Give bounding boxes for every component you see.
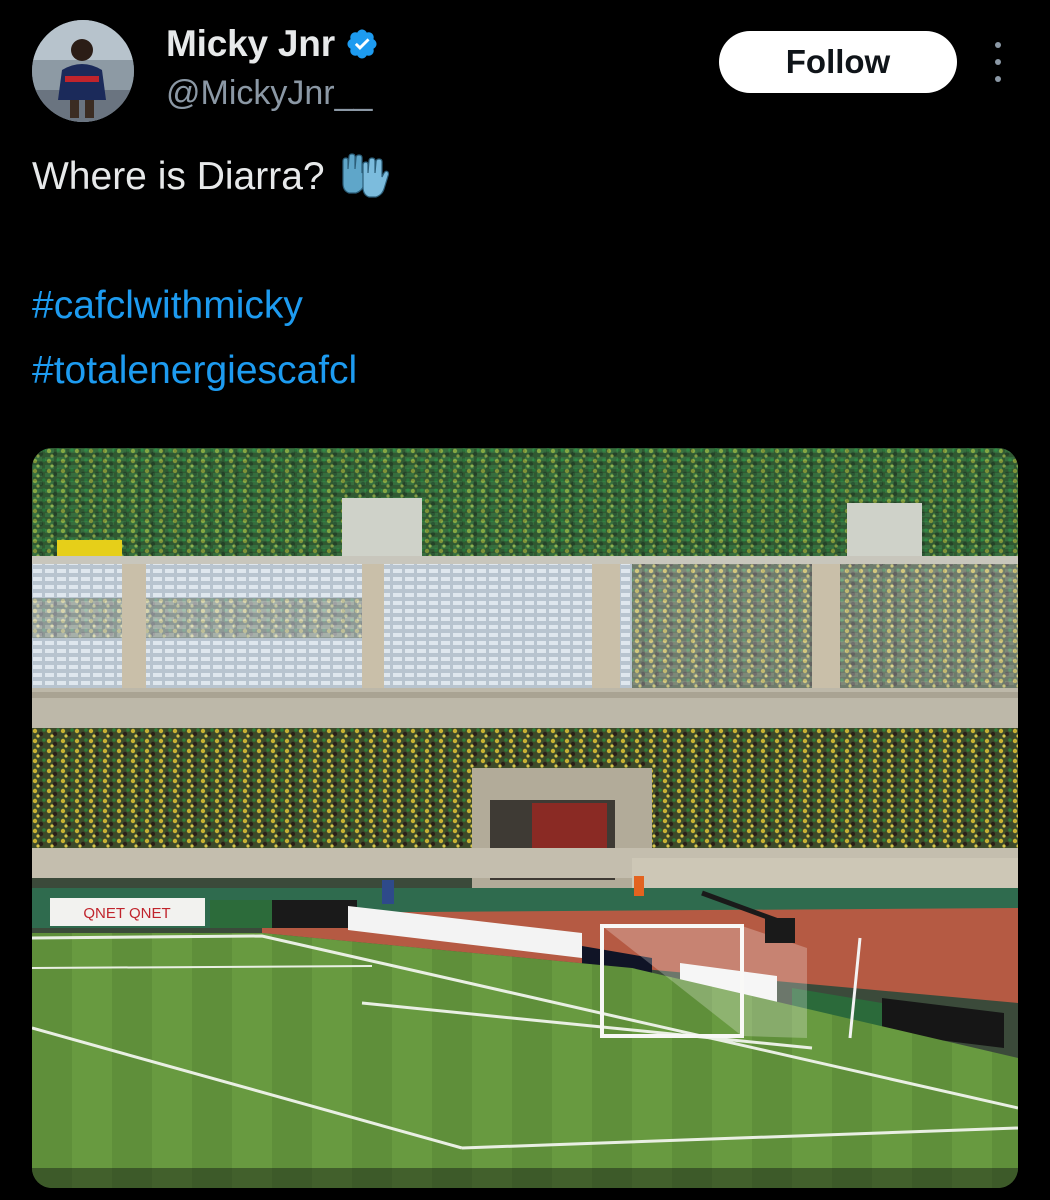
tweet-text: Where is Diarra?	[32, 153, 393, 201]
more-options-icon[interactable]	[986, 42, 1010, 82]
profile-photo	[32, 20, 134, 122]
more-dot	[995, 76, 1001, 82]
more-dot	[995, 42, 1001, 48]
svg-text:QNET QNET: QNET QNET	[83, 905, 170, 922]
gloves-emoji-icon	[341, 153, 389, 198]
tweet-photo[interactable]: QNET QNET	[32, 448, 1018, 1188]
more-dot	[995, 59, 1001, 65]
stadium-photo: QNET QNET	[32, 448, 1018, 1188]
author-handle[interactable]: @MickyJnr__	[166, 74, 372, 113]
tweet-card: Micky Jnr @MickyJnr__ Follow Where is Di…	[0, 0, 1050, 1200]
follow-button[interactable]: Follow	[719, 31, 957, 93]
display-name[interactable]: Micky Jnr	[166, 23, 335, 65]
tweet-text-content: Where is Diarra?	[32, 155, 325, 198]
avatar[interactable]	[32, 20, 134, 122]
hashtag-link[interactable]: #totalenergiescafcl	[32, 349, 357, 393]
verified-badge-icon	[347, 29, 377, 59]
author-name-row[interactable]: Micky Jnr	[166, 22, 379, 66]
hashtag-link[interactable]: #cafclwithmicky	[32, 284, 303, 328]
